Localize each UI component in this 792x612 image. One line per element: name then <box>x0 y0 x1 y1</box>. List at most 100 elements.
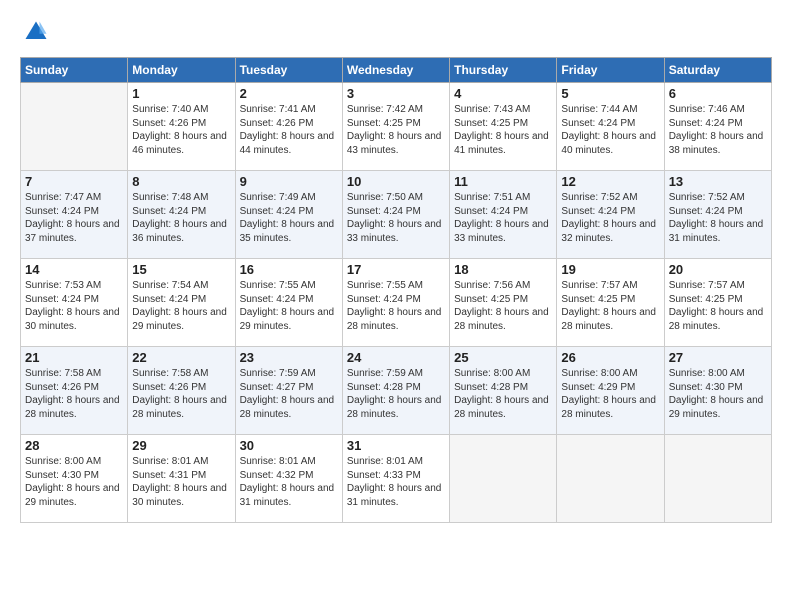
day-info: Sunrise: 7:50 AMSunset: 4:24 PMDaylight:… <box>347 191 445 245</box>
calendar-week-row: 14 Sunrise: 7:53 AMSunset: 4:24 PMDayligh… <box>21 259 772 347</box>
calendar-cell: 16Sunrise: 7:55 AMSunset: 4:24 PMDayligh… <box>235 259 342 347</box>
calendar-week-row: 28 Sunrise: 8:00 AMSunset: 4:30 PMDayligh… <box>21 435 772 523</box>
calendar-cell-empty <box>450 435 557 523</box>
day-number: 28 <box>25 438 123 453</box>
day-info: Sunrise: 7:44 AMSunset: 4:24 PMDaylight:… <box>561 103 659 157</box>
day-number: 30 <box>240 438 338 453</box>
day-number: 9 <box>240 174 338 189</box>
header <box>20 18 772 51</box>
day-number: 31 <box>347 438 445 453</box>
calendar-cell: 3Sunrise: 7:42 AMSunset: 4:25 PMDaylight… <box>342 83 449 171</box>
calendar-day-header: Tuesday <box>235 58 342 83</box>
calendar-day-header: Sunday <box>21 58 128 83</box>
day-number: 24 <box>347 350 445 365</box>
calendar-cell: 24 Sunrise: 7:59 AMSunset: 4:28 PMDayligh… <box>342 347 449 435</box>
calendar-cell: 14 Sunrise: 7:53 AMSunset: 4:24 PMDayligh… <box>21 259 128 347</box>
calendar-week-row: 21 Sunrise: 7:58 AMSunset: 4:26 PMDayligh… <box>21 347 772 435</box>
calendar-cell: 19 Sunrise: 7:57 AMSunset: 4:25 PMDayligh… <box>557 259 664 347</box>
calendar-week-row: 1Sunrise: 7:40 AMSunset: 4:26 PMDaylight… <box>21 83 772 171</box>
day-info: Sunrise: 7:53 AMSunset: 4:24 PMDaylight:… <box>25 279 123 333</box>
calendar-day-header: Thursday <box>450 58 557 83</box>
day-number: 12 <box>561 174 659 189</box>
day-info: Sunrise: 7:52 AMSunset: 4:24 PMDaylight:… <box>669 191 767 245</box>
calendar-cell: 31 Sunrise: 8:01 AMSunset: 4:33 PMDayligh… <box>342 435 449 523</box>
day-info: Sunrise: 7:56 AMSunset: 4:25 PMDaylight:… <box>454 279 552 333</box>
calendar-day-header: Saturday <box>664 58 771 83</box>
day-info: Sunrise: 8:01 AMSunset: 4:33 PMDaylight:… <box>347 455 445 509</box>
day-number: 16 <box>240 262 338 277</box>
day-number: 14 <box>25 262 123 277</box>
calendar-cell: 20 Sunrise: 7:57 AMSunset: 4:25 PMDayligh… <box>664 259 771 347</box>
day-number: 25 <box>454 350 552 365</box>
day-number: 8 <box>132 174 230 189</box>
calendar-cell: 30 Sunrise: 8:01 AMSunset: 4:32 PMDayligh… <box>235 435 342 523</box>
calendar-cell: 2 Sunrise: 7:41 AMSunset: 4:26 PMDaylight… <box>235 83 342 171</box>
calendar-cell: 25 Sunrise: 8:00 AMSunset: 4:28 PMDayligh… <box>450 347 557 435</box>
day-info: Sunrise: 7:59 AMSunset: 4:27 PMDaylight:… <box>240 367 338 421</box>
day-number: 19 <box>561 262 659 277</box>
calendar-cell: 17 Sunrise: 7:55 AMSunset: 4:24 PMDayligh… <box>342 259 449 347</box>
calendar-week-row: 7Sunrise: 7:47 AMSunset: 4:24 PMDaylight… <box>21 171 772 259</box>
day-info: Sunrise: 7:57 AMSunset: 4:25 PMDaylight:… <box>561 279 659 333</box>
day-info: Sunrise: 7:55 AMSunset: 4:24 PMDaylight:… <box>347 279 445 333</box>
calendar-cell: 5Sunrise: 7:44 AMSunset: 4:24 PMDaylight… <box>557 83 664 171</box>
calendar-cell: 18Sunrise: 7:56 AMSunset: 4:25 PMDayligh… <box>450 259 557 347</box>
calendar-cell: 22Sunrise: 7:58 AMSunset: 4:26 PMDayligh… <box>128 347 235 435</box>
day-info: Sunrise: 7:49 AMSunset: 4:24 PMDaylight:… <box>240 191 338 245</box>
calendar-cell: 1Sunrise: 7:40 AMSunset: 4:26 PMDaylight… <box>128 83 235 171</box>
day-info: Sunrise: 7:41 AMSunset: 4:26 PMDaylight:… <box>240 103 338 157</box>
day-info: Sunrise: 8:00 AMSunset: 4:30 PMDaylight:… <box>669 367 767 421</box>
calendar-cell: 15 Sunrise: 7:54 AMSunset: 4:24 PMDayligh… <box>128 259 235 347</box>
day-number: 26 <box>561 350 659 365</box>
day-info: Sunrise: 7:58 AMSunset: 4:26 PMDaylight:… <box>132 367 230 421</box>
calendar-cell: 7Sunrise: 7:47 AMSunset: 4:24 PMDaylight… <box>21 171 128 259</box>
page: SundayMondayTuesdayWednesdayThursdayFrid… <box>0 0 792 612</box>
calendar-cell: 11 Sunrise: 7:51 AMSunset: 4:24 PMDayligh… <box>450 171 557 259</box>
day-info: Sunrise: 8:00 AMSunset: 4:28 PMDaylight:… <box>454 367 552 421</box>
day-info: Sunrise: 8:00 AMSunset: 4:29 PMDaylight:… <box>561 367 659 421</box>
calendar-cell: 26 Sunrise: 8:00 AMSunset: 4:29 PMDayligh… <box>557 347 664 435</box>
day-info: Sunrise: 7:59 AMSunset: 4:28 PMDaylight:… <box>347 367 445 421</box>
day-info: Sunrise: 7:48 AMSunset: 4:24 PMDaylight:… <box>132 191 230 245</box>
calendar-cell-empty <box>557 435 664 523</box>
day-number: 17 <box>347 262 445 277</box>
calendar-day-header: Wednesday <box>342 58 449 83</box>
calendar-cell: 29Sunrise: 8:01 AMSunset: 4:31 PMDayligh… <box>128 435 235 523</box>
day-info: Sunrise: 8:00 AMSunset: 4:30 PMDaylight:… <box>25 455 123 509</box>
calendar-cell: 12 Sunrise: 7:52 AMSunset: 4:24 PMDayligh… <box>557 171 664 259</box>
day-number: 15 <box>132 262 230 277</box>
day-info: Sunrise: 7:58 AMSunset: 4:26 PMDaylight:… <box>25 367 123 421</box>
calendar-cell: 13 Sunrise: 7:52 AMSunset: 4:24 PMDayligh… <box>664 171 771 259</box>
calendar: SundayMondayTuesdayWednesdayThursdayFrid… <box>20 57 772 523</box>
day-number: 10 <box>347 174 445 189</box>
logo <box>20 18 50 51</box>
day-number: 20 <box>669 262 767 277</box>
day-number: 4 <box>454 86 552 101</box>
day-number: 2 <box>240 86 338 101</box>
calendar-cell: 9 Sunrise: 7:49 AMSunset: 4:24 PMDaylight… <box>235 171 342 259</box>
day-info: Sunrise: 7:40 AMSunset: 4:26 PMDaylight:… <box>132 103 230 157</box>
day-info: Sunrise: 7:47 AMSunset: 4:24 PMDaylight:… <box>25 191 123 245</box>
day-info: Sunrise: 7:52 AMSunset: 4:24 PMDaylight:… <box>561 191 659 245</box>
day-number: 13 <box>669 174 767 189</box>
day-number: 11 <box>454 174 552 189</box>
day-number: 3 <box>347 86 445 101</box>
day-info: Sunrise: 7:54 AMSunset: 4:24 PMDaylight:… <box>132 279 230 333</box>
calendar-cell: 23Sunrise: 7:59 AMSunset: 4:27 PMDayligh… <box>235 347 342 435</box>
logo-icon <box>22 18 50 46</box>
calendar-cell-empty <box>21 83 128 171</box>
day-number: 29 <box>132 438 230 453</box>
day-info: Sunrise: 7:51 AMSunset: 4:24 PMDaylight:… <box>454 191 552 245</box>
calendar-cell: 21 Sunrise: 7:58 AMSunset: 4:26 PMDayligh… <box>21 347 128 435</box>
calendar-cell: 8 Sunrise: 7:48 AMSunset: 4:24 PMDaylight… <box>128 171 235 259</box>
calendar-cell: 4 Sunrise: 7:43 AMSunset: 4:25 PMDaylight… <box>450 83 557 171</box>
calendar-day-header: Friday <box>557 58 664 83</box>
calendar-day-header: Monday <box>128 58 235 83</box>
calendar-cell: 6Sunrise: 7:46 AMSunset: 4:24 PMDaylight… <box>664 83 771 171</box>
calendar-cell-empty <box>664 435 771 523</box>
day-info: Sunrise: 7:43 AMSunset: 4:25 PMDaylight:… <box>454 103 552 157</box>
calendar-cell: 28 Sunrise: 8:00 AMSunset: 4:30 PMDayligh… <box>21 435 128 523</box>
day-number: 21 <box>25 350 123 365</box>
day-info: Sunrise: 7:57 AMSunset: 4:25 PMDaylight:… <box>669 279 767 333</box>
day-info: Sunrise: 8:01 AMSunset: 4:32 PMDaylight:… <box>240 455 338 509</box>
